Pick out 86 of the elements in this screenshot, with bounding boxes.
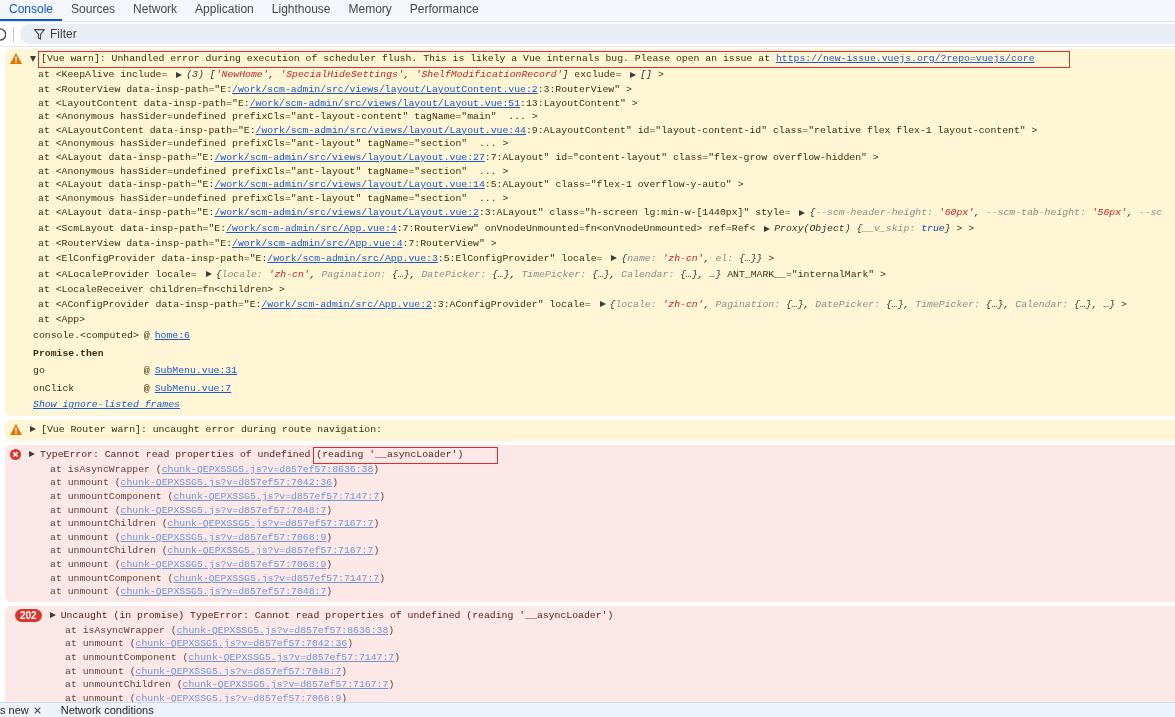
- at-separator: @: [143, 381, 150, 396]
- stack-line: at <RouterView data-insp-path="E:/work/scm-admin/src/views/layout/LayoutContent.vue:2:3:RouterView" >: [37, 83, 633, 97]
- source-link[interactable]: /work/scm-admin/src/views/layout/LayoutContent.vue:2: [232, 84, 538, 95]
- stack-line: at <App>: [37, 312, 87, 327]
- source-link[interactable]: /work/scm-admin/src/App.vue:4: [226, 223, 397, 235]
- stack-line: at <AConfigProvider data-insp-path="E:/work/scm-admin/src/App.vue:2:3:AConfigProvider" locale= {locale: 'zh-cn', Pagination: {…}, DatePicker: {…}, TimePicker: {…}, Calendar: {…}, …} >: [37, 297, 1128, 312]
- stack-line: at <ALayoutContent data-insp-path="E:/work/scm-admin/src/views/layout/Layout.vue:44:9:ALayoutContent" id="layout-content-id" class="relative flex flex-1 layout-content" >: [37, 123, 1039, 138]
- async-boundary-label: Promise.then: [33, 346, 105, 361]
- stack-line: at unmount (chunk-QEPXSSG5.js?v=d857ef57:7068:9): [49, 557, 334, 572]
- stack-line: at <ALayout data-insp-path="E:/work/scm-admin/src/views/layout/Layout.vue:2:3:ALayout" class="h-screen lg:min-w-[1440px]" style= {--scm-header-height: '60px', --scm-tab-height: '56px', --sc: [37, 206, 1164, 221]
- function-name: console.<computed>: [33, 329, 139, 344]
- stack-line: at unmountComponent (chunk-QEPXSSG5.js?v=d857ef57:7147:7): [49, 571, 387, 586]
- caret-icon[interactable]: [29, 451, 35, 458]
- stack-line: at <Anonymous hasSider=undefined prefixCls="ant-layout" tagName="section" ... >: [37, 191, 510, 206]
- source-link[interactable]: /work/scm-admin/src/views/layout/Layout.vue:44: [255, 124, 526, 136]
- devtools-tab[interactable]: Network: [124, 0, 187, 21]
- function-name: go: [33, 364, 46, 379]
- at-separator: @: [143, 329, 150, 344]
- caret-icon[interactable]: [205, 271, 212, 278]
- message-text: Uncaught (in promise) TypeError: Cannot read properties of undefined (reading '__asyncLoader'): [60, 608, 614, 623]
- message-text: TypeError: Cannot read properties of undefined (reading '__asyncLoader'): [40, 447, 464, 462]
- source-link[interactable]: /work/scm-admin/src/views/layout/Layout.vue:51: [249, 97, 521, 109]
- stack-line: at <Anonymous hasSider=undefined prefixCls="ant-layout" tagName="section" ... >: [37, 137, 510, 151]
- filter-field[interactable]: Filter: [20, 24, 1175, 44]
- stack-line: at unmountComponent (chunk-QEPXSSG5.js?v=d857ef57:7147:7): [49, 490, 387, 504]
- filter-icon: [34, 28, 45, 40]
- stack-line: at unmount (chunk-QEPXSSG5.js?v=d857ef57:7042:36): [64, 637, 355, 651]
- close-icon[interactable]: [33, 706, 41, 714]
- devtools-tab[interactable]: Lighthouse: [262, 0, 340, 21]
- stack-line: at unmountComponent (chunk-QEPXSSG5.js?v=d857ef57:7147:7): [64, 650, 402, 665]
- stack-line: at <ALayout data-insp-path="E:/work/scm-admin/src/views/layout/Layout.vue:14:5:ALayout" class="flex-1 overflow-y-auto" >: [37, 178, 745, 192]
- source-link[interactable]: /work/scm-admin/src/App.vue:3: [267, 252, 438, 264]
- stack-line: at <LayoutContent data-insp-path="E:/work/scm-admin/src/views/layout/Layout.vue:51:13:LayoutContent" >: [37, 96, 639, 111]
- source-link[interactable]: /work/scm-admin/src/views/layout/Layout.vue:2: [214, 207, 479, 219]
- stack-line: at <KeepAlive include= (3) ['NewHome', 'SpecialHideSettings', 'ShelfModificationRecord'] exclude= [] >: [37, 68, 665, 82]
- error-icon: [10, 448, 21, 460]
- stack-line: at <RouterView data-insp-path="E:/work/scm-admin/src/App.vue:4:7:RouterView" >: [37, 237, 498, 251]
- source-link[interactable]: SubMenu.vue:7: [154, 382, 232, 394]
- show-frames-link[interactable]: Show ignore-listed frames: [33, 397, 180, 413]
- stack-line: at <ALayout data-insp-path="E:/work/scm-admin/src/views/layout/Layout.vue:27:7:ALayout" id="content-layout" class="flex-grow overflow-hidden" >: [37, 150, 880, 165]
- caret-icon[interactable]: [30, 55, 36, 62]
- devtools-tab[interactable]: Memory: [339, 0, 401, 21]
- stack-line: at unmount (chunk-QEPXSSG5.js?v=d857ef57:7048:7): [49, 503, 334, 518]
- devtools-tab[interactable]: Performance: [400, 0, 488, 21]
- stack-line: at <ScmLayout data-insp-path="E:/work/scm-admin/src/App.vue:4:7:RouterView" onVnodeUnmounted=fn<onVnodeUnmounted> ref=Ref< Proxy(Object) {__v_skip: true} > >: [37, 222, 976, 237]
- stack-line: at unmount (chunk-QEPXSSG5.js?v=d857ef57:7042:36): [49, 476, 340, 490]
- function-name: onClick: [33, 381, 76, 396]
- stack-line: at <Anonymous hasSider=undefined prefixCls="ant-layout" tagName="section" ... >: [37, 164, 510, 179]
- source-link[interactable]: /work/scm-admin/src/views/layout/Layout.vue:14: [214, 179, 485, 191]
- stack-line: at <ElConfigProvider data-insp-path="E:/work/scm-admin/src/App.vue:3:5:ElConfigProvider" locale= {name: 'zh-cn', el: {…}} >: [37, 251, 776, 266]
- drawer-tab-label[interactable]: s new: [0, 703, 29, 717]
- devtools-tab[interactable]: Sources: [62, 0, 125, 21]
- message-text: [Vue warn]: Unhandled error during execution of scheduler flush. This is likely a Vue internals bug. Please open an issue at https://new-issue.vuejs.org/?repo=vuejs/core: [41, 52, 1035, 66]
- caret-icon[interactable]: [176, 71, 183, 78]
- caret-icon[interactable]: [49, 612, 56, 619]
- caret-icon[interactable]: [30, 426, 36, 433]
- drawer-tab-label[interactable]: Network conditions: [60, 703, 154, 717]
- caret-icon[interactable]: [611, 255, 618, 262]
- stack-line: at unmount (chunk-QEPXSSG5.js?v=d857ef57:7048:7): [49, 585, 334, 599]
- url-link[interactable]: https://new-issue.vuejs.org/?repo=vuejs/core: [775, 53, 1035, 64]
- devtools-tab[interactable]: Application: [186, 0, 263, 21]
- caret-icon[interactable]: [764, 225, 771, 232]
- caret-icon[interactable]: [799, 209, 806, 216]
- message-text: [Vue Router warn]: uncaught error during route navigation:: [41, 422, 382, 437]
- warning-icon: [10, 53, 22, 64]
- caret-icon[interactable]: [599, 301, 606, 308]
- source-link[interactable]: /work/scm-admin/src/App.vue:4: [232, 238, 403, 250]
- stack-line: at <Anonymous hasSider=undefined prefixCls="ant-layout-content" tagName="main" ... >: [37, 110, 539, 124]
- source-link[interactable]: home:6: [154, 330, 190, 342]
- source-link[interactable]: SubMenu.vue:31: [154, 365, 238, 377]
- stack-line: at unmountChildren (chunk-QEPXSSG5.js?v=d857ef57:7167:7): [64, 678, 396, 692]
- repeat-count-badge: 202: [15, 608, 42, 622]
- stack-line: at isAsyncWrapper (chunk-QEPXSSG5.js?v=d857ef57:8636:38): [64, 623, 396, 638]
- at-separator: @: [143, 364, 150, 379]
- stack-line: at unmount (chunk-QEPXSSG5.js?v=d857ef57:7048:7): [64, 664, 349, 679]
- stack-line: at unmountChildren (chunk-QEPXSSG5.js?v=d857ef57:7167:7): [49, 517, 381, 531]
- stack-line: at isAsyncWrapper (chunk-QEPXSSG5.js?v=d857ef57:8636:38): [49, 462, 381, 477]
- caret-icon[interactable]: [630, 71, 637, 78]
- stack-line: at unmount (chunk-QEPXSSG5.js?v=d857ef57:7068:9): [49, 530, 334, 545]
- source-link[interactable]: /work/scm-admin/src/App.vue:2: [261, 298, 432, 310]
- stack-line: at <ALocaleProvider locale= {locale: 'zh-cn', Pagination: {…}, DatePicker: {…}, TimePicker: {…}, Calendar: {…}, …} ANT_MARK__="internalMark" >: [37, 267, 887, 282]
- warning-icon: [10, 423, 22, 435]
- stack-line: at unmount (chunk-QEPXSSG5.js?v=d857ef57:7068:9): [64, 691, 349, 702]
- source-link[interactable]: /work/scm-admin/src/views/layout/Layout.vue:27: [214, 151, 485, 163]
- stack-line: at unmountChildren (chunk-QEPXSSG5.js?v=d857ef57:7167:7): [49, 544, 381, 558]
- stack-line: at <LocaleReceiver children=fn<children> >: [37, 282, 286, 297]
